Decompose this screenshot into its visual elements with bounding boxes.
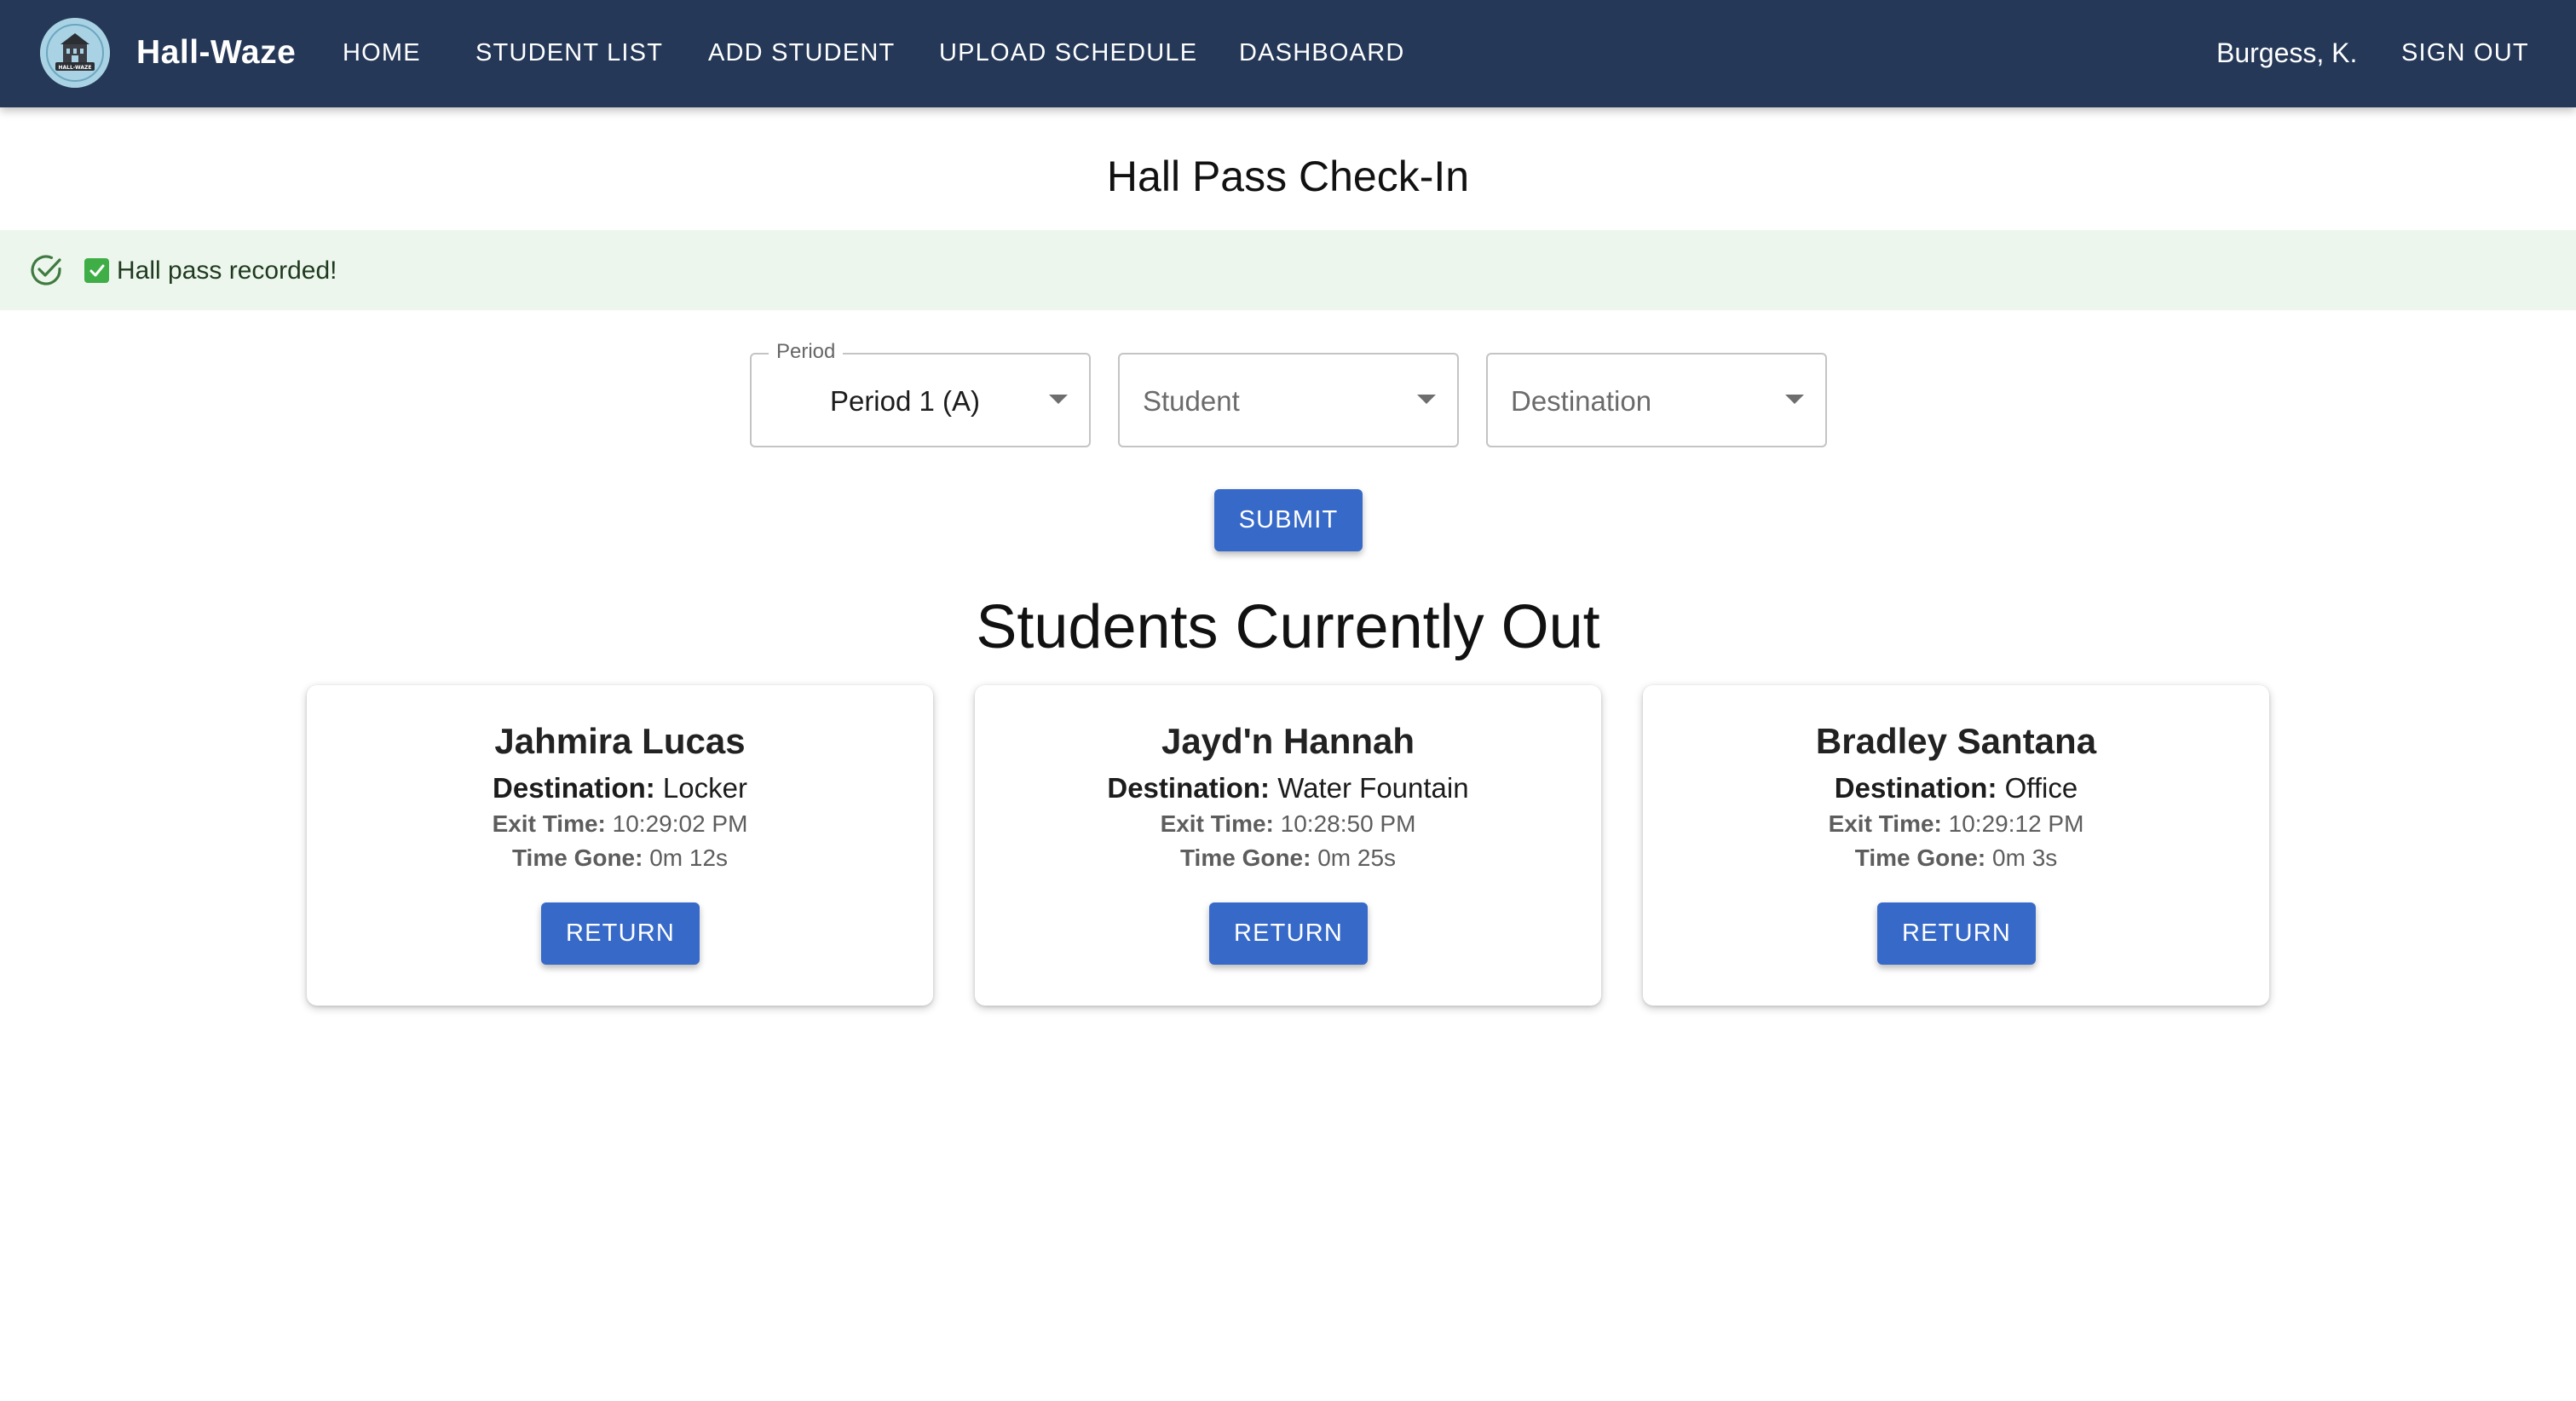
destination-select-placeholder: Destination [1511, 385, 1652, 417]
student-destination: Destination: Office [1643, 767, 2269, 810]
students-out-title: Students Currently Out [976, 593, 1600, 661]
svg-text:HALL-WAZE: HALL-WAZE [59, 65, 92, 71]
student-destination: Destination: Locker [307, 767, 933, 810]
chevron-down-icon [1785, 395, 1804, 404]
nav-dashboard[interactable]: DASHBOARD [1239, 34, 1405, 72]
green-check-box-icon [84, 258, 109, 283]
destination-label: Destination: [1834, 772, 1997, 804]
submit-button[interactable]: SUBMIT [1214, 489, 1363, 551]
destination-value: Office [2004, 772, 2078, 804]
destination-value: Locker [662, 772, 747, 804]
nav-home[interactable]: HOME [343, 34, 421, 72]
student-exit-time: Exit Time: 10:29:12 PM [1643, 807, 2269, 841]
period-select-label: Period [769, 339, 844, 365]
chevron-down-icon [1417, 395, 1436, 404]
student-select[interactable]: Student [1118, 353, 1459, 447]
destination-label: Destination: [1107, 772, 1271, 804]
destination-value: Water Fountain [1277, 772, 1469, 804]
sign-out-button[interactable]: SIGN OUT [2401, 34, 2529, 72]
current-user-name: Burgess, K. [2216, 37, 2358, 68]
nav-student-list[interactable]: STUDENT LIST [475, 34, 663, 72]
return-button[interactable]: RETURN [541, 902, 700, 965]
exit-time-label: Exit Time: [1160, 810, 1274, 837]
destination-select[interactable]: Destination [1486, 353, 1827, 447]
student-select-placeholder: Student [1143, 385, 1240, 417]
student-name: Jahmira Lucas [494, 721, 746, 761]
nav-upload-schedule[interactable]: UPLOAD SCHEDULE [939, 34, 1197, 72]
exit-time-label: Exit Time: [1828, 810, 1942, 837]
destination-label: Destination: [493, 772, 655, 804]
time-gone-value: 0m 12s [649, 845, 729, 871]
period-select-value: Period 1 (A) [829, 385, 981, 417]
time-gone-label: Time Gone: [511, 845, 643, 871]
return-button[interactable]: RETURN [1877, 902, 2036, 965]
student-card: Jayd'n Hannah Destination: Water Fountai… [975, 685, 1601, 1006]
school-logo-icon[interactable]: HALL-WAZE [40, 18, 110, 88]
exit-time-value: 10:29:12 PM [1948, 810, 2084, 837]
return-button[interactable]: RETURN [1209, 902, 1368, 965]
student-destination: Destination: Water Fountain [975, 767, 1601, 810]
brand-title[interactable]: Hall-Waze [136, 31, 296, 75]
alert-message: Hall pass recorded! [117, 257, 337, 285]
exit-time-value: 10:28:50 PM [1280, 810, 1416, 837]
student-exit-time: Exit Time: 10:29:02 PM [307, 807, 933, 841]
student-name: Bradley Santana [1815, 721, 2097, 761]
app-bar: HALL-WAZE Hall-Waze HOME STUDENT LIST AD… [0, 0, 2576, 107]
nav-add-student[interactable]: ADD STUDENT [708, 34, 895, 72]
student-card: Jahmira Lucas Destination: Locker Exit T… [307, 685, 933, 1006]
time-gone-label: Time Gone: [1179, 845, 1311, 871]
chevron-down-icon [1049, 395, 1068, 404]
exit-time-label: Exit Time: [492, 810, 606, 837]
student-time-gone: Time Gone: 0m 12s [307, 841, 933, 875]
check-circle-outline-icon [28, 252, 64, 288]
success-alert [0, 230, 2576, 310]
time-gone-value: 0m 25s [1317, 845, 1397, 871]
student-name: Jayd'n Hannah [1161, 721, 1415, 761]
student-exit-time: Exit Time: 10:28:50 PM [975, 807, 1601, 841]
period-select[interactable]: Period Period 1 (A) [750, 339, 1091, 447]
student-time-gone: Time Gone: 0m 3s [1643, 841, 2269, 875]
time-gone-label: Time Gone: [1854, 845, 1986, 871]
student-time-gone: Time Gone: 0m 25s [975, 841, 1601, 875]
student-card: Bradley Santana Destination: Office Exit… [1643, 685, 2269, 1006]
page-title: Hall Pass Check-In [1106, 153, 1470, 200]
time-gone-value: 0m 3s [1992, 845, 2058, 871]
exit-time-value: 10:29:02 PM [612, 810, 748, 837]
